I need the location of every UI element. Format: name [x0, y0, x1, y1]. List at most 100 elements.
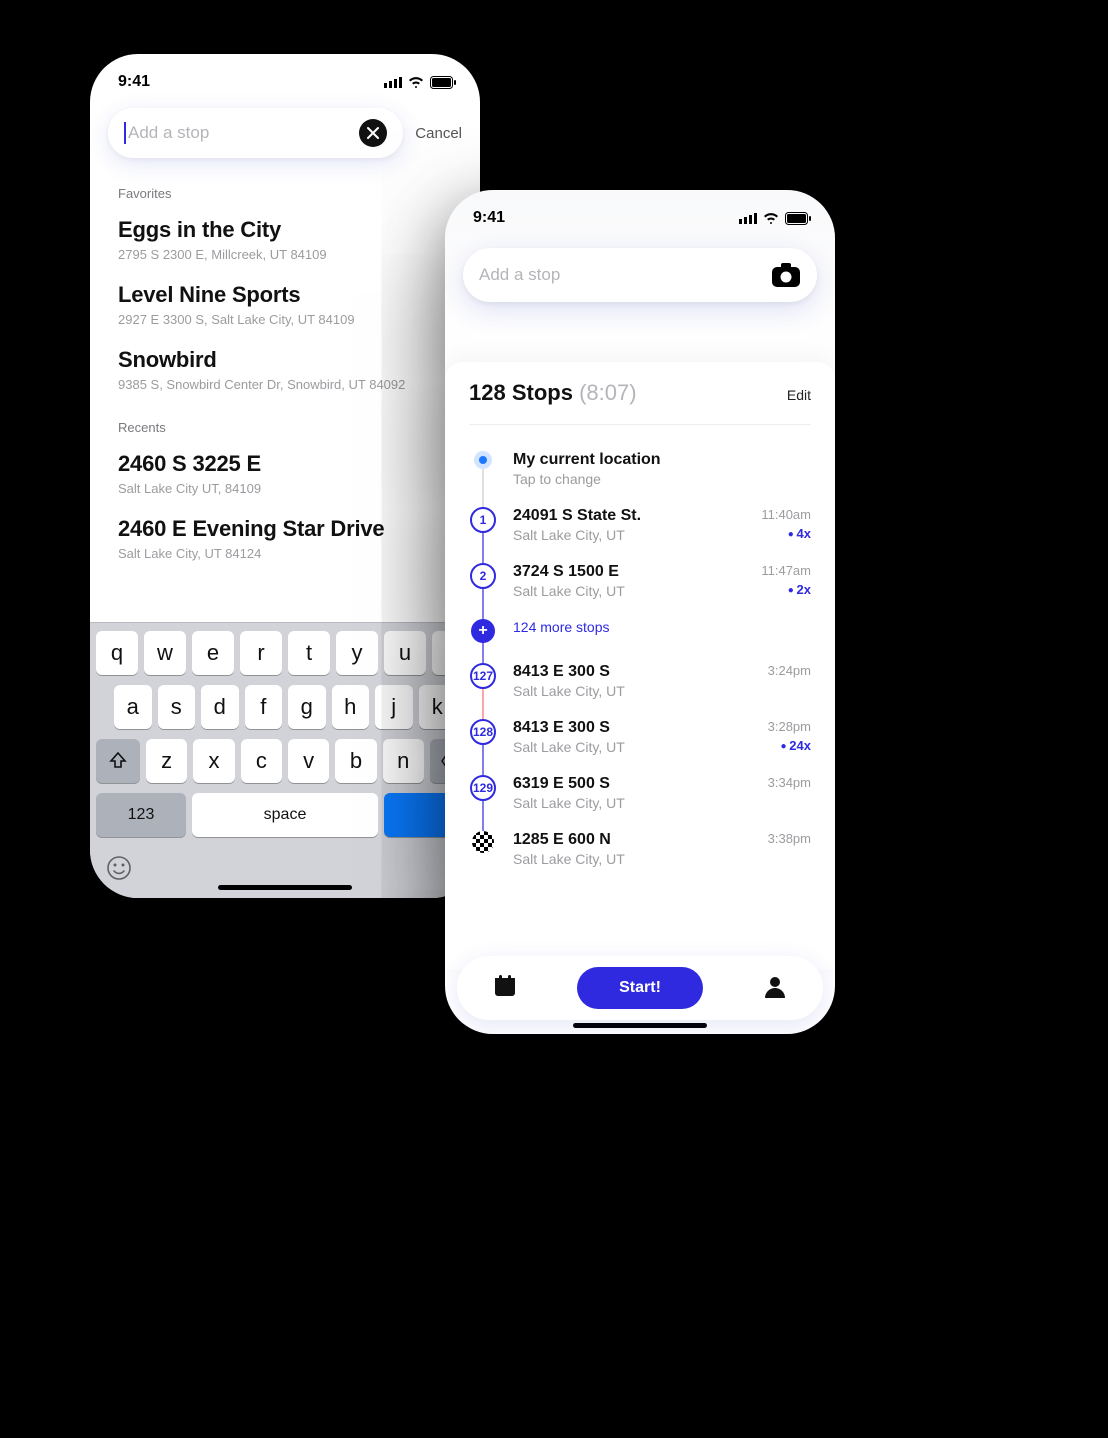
favorite-address: 9385 S, Snowbird Center Dr, Snowbird, UT…	[118, 377, 452, 392]
route-sheet: 128 Stops (8:07) Edit My current locatio…	[445, 362, 835, 970]
current-location-pin	[474, 451, 492, 469]
wifi-icon	[408, 76, 424, 88]
key-h[interactable]: h	[332, 685, 370, 729]
cellular-icon	[384, 76, 402, 88]
stop-title: 8413 E 300 S	[513, 719, 768, 737]
stop-sub: Salt Lake City, UT	[513, 583, 761, 599]
home-indicator[interactable]	[573, 1023, 707, 1028]
stop-title: 3724 S 1500 E	[513, 563, 761, 581]
recent-item[interactable]: 2460 E Evening Star Drive Salt Lake City,…	[90, 510, 480, 575]
stop-time: 3:24pm	[768, 663, 811, 678]
stop-badge: 24x	[768, 738, 811, 753]
calendar-button[interactable]	[493, 974, 517, 1003]
stop-row[interactable]: 124091 S State St.Salt Lake City, UT11:4…	[469, 497, 811, 553]
key-d[interactable]: d	[201, 685, 239, 729]
stop-row[interactable]: My current locationTap to change	[469, 441, 811, 497]
favorite-title: Level Nine Sports	[118, 282, 452, 308]
key-a[interactable]: a	[114, 685, 152, 729]
battery-icon	[785, 212, 811, 225]
stop-title: 24091 S State St.	[513, 507, 761, 525]
start-button[interactable]: Start!	[577, 967, 703, 1009]
stop-row[interactable]: 23724 S 1500 ESalt Lake City, UT11:47am2…	[469, 553, 811, 609]
recent-address: Salt Lake City, UT 84124	[118, 546, 452, 561]
camera-button[interactable]	[771, 262, 801, 288]
status-time: 9:41	[118, 73, 150, 91]
sheet-title: 128 Stops (8:07)	[469, 380, 637, 406]
key-r[interactable]: r	[240, 631, 282, 675]
edit-button[interactable]: Edit	[787, 387, 811, 403]
favorite-title: Eggs in the City	[118, 217, 452, 243]
favorite-item[interactable]: Snowbird 9385 S, Snowbird Center Dr, Snow…	[90, 341, 480, 406]
add-stops-pin[interactable]: +	[471, 619, 495, 643]
recent-title: 2460 E Evening Star Drive	[118, 516, 452, 542]
shift-key[interactable]	[96, 739, 140, 783]
calendar-icon	[493, 974, 517, 998]
key-j[interactable]: j	[375, 685, 413, 729]
recent-address: Salt Lake City UT, 84109	[118, 481, 452, 496]
profile-button[interactable]	[763, 974, 787, 1003]
key-u[interactable]: u	[384, 631, 426, 675]
key-c[interactable]: c	[241, 739, 282, 783]
stop-row[interactable]: 129 6319 E 500 S Salt Lake City, UT3:34pm	[469, 765, 811, 821]
stop-row[interactable]: 1278413 E 300 SSalt Lake City, UT3:24pm	[469, 653, 811, 709]
stop-time: 3:34pm	[768, 775, 811, 790]
cancel-button[interactable]: Cancel	[415, 125, 462, 142]
stop-pin: 128	[470, 719, 496, 745]
keyboard: qwertyui asdfghjk zxcvbn 123 space	[90, 622, 480, 898]
route-duration: (8:07)	[579, 380, 636, 405]
stop-title: 6319 E 500 S	[513, 775, 768, 793]
key-w[interactable]: w	[144, 631, 186, 675]
key-b[interactable]: b	[335, 739, 376, 783]
key-x[interactable]: x	[193, 739, 234, 783]
stop-row[interactable]: 1285 E 600 N Salt Lake City, UT3:38pm	[469, 821, 811, 877]
numeric-key[interactable]: 123	[96, 793, 186, 837]
recent-title: 2460 S 3225 E	[118, 451, 452, 477]
key-t[interactable]: t	[288, 631, 330, 675]
key-n[interactable]: n	[383, 739, 424, 783]
search-input[interactable]: Add a stop	[463, 248, 817, 302]
emoji-icon	[106, 855, 132, 881]
stop-pin: 129	[470, 775, 496, 801]
shift-icon	[108, 751, 128, 771]
key-y[interactable]: y	[336, 631, 378, 675]
phone-search-screen: 9:41 Add a stop Cancel Favorites Eggs in…	[90, 54, 480, 898]
stop-time: 3:38pm	[768, 831, 811, 846]
camera-icon	[771, 262, 801, 288]
status-time: 9:41	[473, 209, 505, 227]
favorites-label: Favorites	[90, 172, 480, 211]
favorite-item[interactable]: Eggs in the City2795 S 2300 E, Millcreek…	[90, 211, 480, 276]
favorite-title: Snowbird	[118, 347, 452, 373]
stop-sub: Salt Lake City, UT	[513, 739, 768, 755]
stop-time: 11:40am	[761, 507, 811, 522]
key-z[interactable]: z	[146, 739, 187, 783]
key-g[interactable]: g	[288, 685, 326, 729]
status-icons	[739, 212, 811, 225]
emoji-button[interactable]	[106, 855, 132, 888]
stops-count: 128 Stops	[469, 380, 573, 405]
key-q[interactable]: q	[96, 631, 138, 675]
stop-badge: 4x	[761, 526, 811, 541]
stop-title: 8413 E 300 S	[513, 663, 768, 681]
key-e[interactable]: e	[192, 631, 234, 675]
clear-button[interactable]	[359, 119, 387, 147]
recent-item[interactable]: 2460 S 3225 E Salt Lake City UT, 84109	[90, 445, 480, 510]
favorite-address: 2927 E 3300 S, Salt Lake City, UT 84109	[118, 312, 452, 327]
stop-sub: Salt Lake City, UT	[513, 795, 768, 811]
stop-sub: Tap to change	[513, 471, 811, 487]
search-input[interactable]: Add a stop	[108, 108, 403, 158]
stop-row[interactable]: 1288413 E 300 SSalt Lake City, UT3:28pm2…	[469, 709, 811, 765]
key-v[interactable]: v	[288, 739, 329, 783]
home-indicator[interactable]	[218, 885, 352, 890]
text-caret	[124, 122, 126, 144]
battery-icon	[430, 76, 456, 89]
favorite-item[interactable]: Level Nine Sports 2927 E 3300 S, Salt Lak…	[90, 276, 480, 341]
space-key[interactable]: space	[192, 793, 378, 837]
stop-title: 1285 E 600 N	[513, 831, 768, 849]
stop-sub: Salt Lake City, UT	[513, 851, 768, 867]
phone-route-screen: 9:41 Add a stop 128 Stops (8:07) Edit My	[445, 190, 835, 1034]
stop-pin: 1	[470, 507, 496, 533]
key-f[interactable]: f	[245, 685, 283, 729]
more-stops-row[interactable]: +124 more stops	[469, 609, 811, 653]
key-s[interactable]: s	[158, 685, 196, 729]
status-bar: 9:41	[90, 54, 480, 98]
